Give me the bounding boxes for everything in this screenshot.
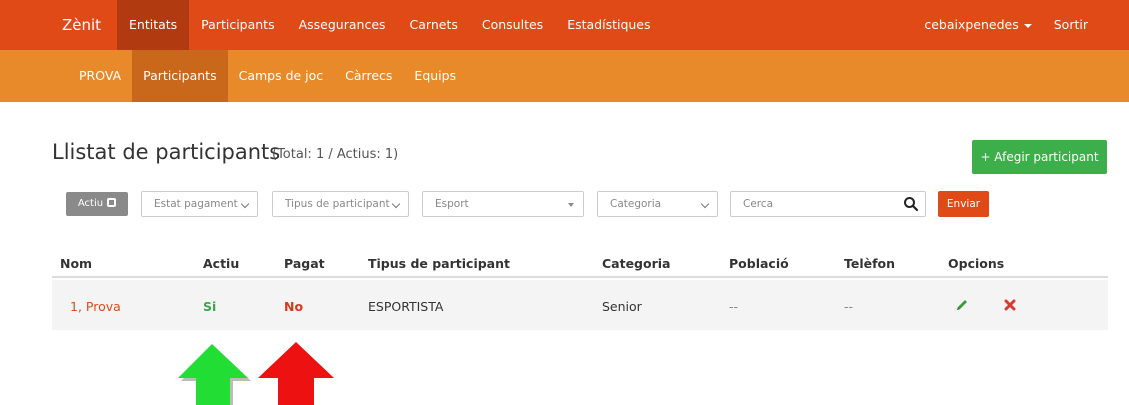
column-header-town[interactable]: Població (729, 256, 789, 271)
chevron-down-icon (700, 199, 710, 209)
add-participant-button[interactable]: + Afegir participant (972, 140, 1107, 174)
subnav-participants[interactable]: Participants (132, 50, 228, 102)
active-filter-label: Actiu (77, 198, 104, 209)
column-header-category[interactable]: Categoria (602, 256, 670, 271)
caret-down-icon (1023, 23, 1032, 28)
nav-assegurances[interactable]: Assegurances (287, 0, 398, 50)
top-navbar: Zènit Entitats Participants Assegurances… (0, 0, 1129, 50)
main-nav: Entitats Participants Assegurances Carne… (117, 0, 663, 50)
user-nav: cebaixpenedes Sortir (913, 0, 1099, 50)
checkbox-icon (107, 198, 117, 207)
filter-bar: Actiu Estat pagament Tipus de participan… (0, 191, 1129, 219)
nav-entitats[interactable]: Entitats (117, 0, 190, 50)
search-icon[interactable] (903, 196, 919, 212)
sub-navbar: PROVA Participants Camps de joc Càrrecs … (0, 50, 1129, 102)
column-header-options: Opcions (948, 256, 1005, 271)
active-filter-toggle[interactable]: Actiu (66, 192, 128, 216)
user-name: cebaixpenedes (924, 17, 1019, 32)
entity-nav: PROVA Participants Camps de joc Càrrecs … (68, 50, 467, 102)
participant-type-label: Tipus de participant (285, 198, 390, 210)
participant-type-cell: ESPORTISTA (368, 299, 444, 314)
subnav-camps-de-joc[interactable]: Camps de joc (228, 50, 335, 102)
subnav-carrecs[interactable]: Càrrecs (334, 50, 403, 102)
send-button[interactable]: Enviar (938, 191, 989, 217)
column-header-paid[interactable]: Pagat (284, 256, 325, 271)
nav-carnets[interactable]: Carnets (398, 0, 470, 50)
chevron-down-icon (391, 199, 401, 209)
search-placeholder: Cerca (743, 198, 774, 210)
participant-totals: (Total: 1 / Actius: 1) (272, 147, 399, 162)
column-header-name[interactable]: Nom (60, 256, 92, 271)
delete-x-icon[interactable] (1004, 299, 1016, 311)
participant-type-select[interactable]: Tipus de participant (272, 191, 409, 217)
brand-link[interactable]: Zènit (62, 0, 101, 50)
search-input[interactable]: Cerca (730, 191, 926, 217)
payment-status-label: Estat pagament (154, 198, 238, 210)
column-header-active[interactable]: Actiu (203, 256, 239, 271)
green-arrow-icon (178, 344, 251, 405)
nav-participants[interactable]: Participants (189, 0, 286, 50)
logout-link[interactable]: Sortir (1043, 0, 1099, 50)
active-status: Si (203, 299, 217, 314)
paid-status: No (284, 299, 304, 314)
subnav-prova[interactable]: PROVA (68, 50, 132, 102)
edit-pencil-icon[interactable] (955, 298, 969, 312)
table-header: Nom Actiu Pagat Tipus de participant Cat… (52, 250, 1108, 278)
page-title: Llistat de participants (52, 140, 281, 164)
column-header-type[interactable]: Tipus de participant (368, 256, 510, 271)
caret-down-icon (568, 203, 574, 207)
participant-name-link[interactable]: 1, Prova (70, 299, 121, 314)
subnav-equips[interactable]: Equips (403, 50, 467, 102)
user-menu[interactable]: cebaixpenedes (913, 0, 1042, 50)
nav-consultes[interactable]: Consultes (470, 0, 555, 50)
nav-estadistiques[interactable]: Estadístiques (555, 0, 662, 50)
sport-label: Esport (435, 198, 469, 210)
category-cell: Senior (602, 299, 642, 314)
table-row: 1, Prova Si No ESPORTISTA Senior -- -- (52, 280, 1108, 330)
category-label: Categoria (610, 198, 662, 210)
column-header-phone[interactable]: Telèfon (844, 256, 895, 271)
town-cell: -- (729, 299, 739, 314)
sport-select[interactable]: Esport (422, 191, 584, 217)
red-arrow-icon (258, 342, 334, 405)
phone-cell: -- (844, 299, 854, 314)
category-select[interactable]: Categoria (597, 191, 718, 217)
payment-status-select[interactable]: Estat pagament (141, 191, 258, 217)
chevron-down-icon (240, 199, 250, 209)
